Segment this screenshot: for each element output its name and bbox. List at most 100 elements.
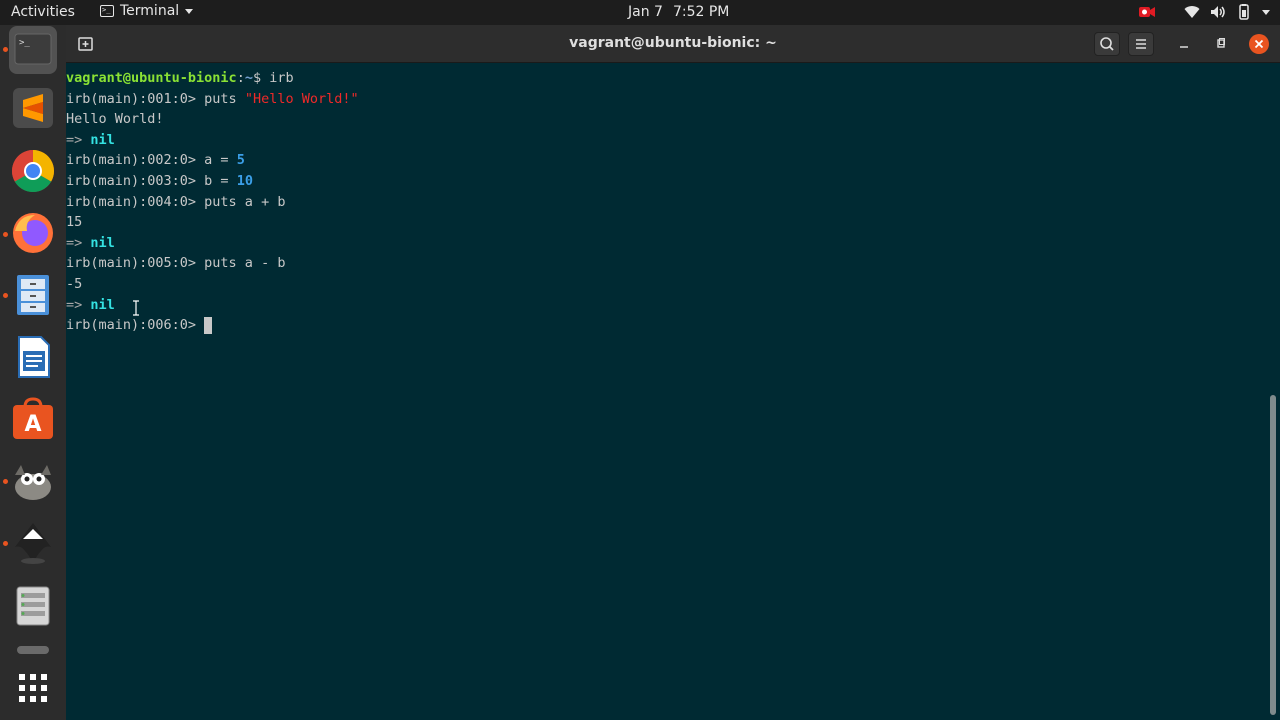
terminal-line: Hello World! <box>66 111 164 128</box>
gimp-icon <box>15 465 51 500</box>
volume-icon[interactable] <box>1210 4 1226 20</box>
close-icon <box>1254 39 1264 49</box>
dock-libreoffice-writer[interactable] <box>9 333 57 381</box>
result-arrow: => <box>66 131 91 148</box>
text-cursor <box>204 316 213 334</box>
result-value: nil <box>90 234 115 251</box>
dock-gimp[interactable] <box>9 457 57 505</box>
minimize-icon <box>1180 46 1188 48</box>
terminal-line: irb(main):001:0> puts "Hello World!" <box>66 89 359 110</box>
terminal-line: => nil <box>66 233 359 254</box>
result-arrow: => <box>66 296 91 313</box>
command-text: a = <box>204 152 237 169</box>
sublime-text-icon <box>13 88 53 128</box>
irb-prompt: irb(main):006:0> <box>66 317 205 334</box>
terminal-view[interactable]: vagrant@ubuntu-bionic:~$ irb irb(main):0… <box>66 63 1280 720</box>
search-button[interactable] <box>1094 32 1120 56</box>
minimize-button[interactable] <box>1174 34 1194 54</box>
dock-show-applications[interactable] <box>9 665 57 713</box>
close-button[interactable] <box>1249 34 1269 54</box>
svg-text:>_: >_ <box>19 38 30 48</box>
ibeam-cursor-icon <box>133 300 139 316</box>
header-bar: vagrant@ubuntu-bionic: ~ <box>66 25 1280 63</box>
dock-inkscape[interactable] <box>9 519 57 567</box>
terminal-line: => nil <box>66 295 359 316</box>
maximize-button[interactable] <box>1211 34 1231 54</box>
result-arrow: => <box>66 234 91 251</box>
terminal-line: vagrant@ubuntu-bionic:~$ irb <box>66 68 359 89</box>
screen-record-icon[interactable] <box>1138 4 1155 20</box>
command-text: $ irb <box>252 70 294 86</box>
battery-icon[interactable] <box>1236 4 1252 20</box>
app-menu[interactable]: >_ Terminal <box>100 3 194 19</box>
dock-sublime-text[interactable] <box>9 84 57 132</box>
irb-prompt: irb(main):003:0> <box>66 172 205 189</box>
irb-prompt: irb(main):001:0> <box>66 90 205 107</box>
scrollbar[interactable] <box>1270 395 1276 715</box>
dock-chrome[interactable] <box>9 147 57 195</box>
hamburger-menu-button[interactable] <box>1128 32 1154 56</box>
clock-date: Jan 7 <box>628 4 663 20</box>
terminal-line: 15 <box>66 214 83 231</box>
chevron-down-icon <box>185 8 194 14</box>
dock-files[interactable] <box>9 271 57 319</box>
command-text: b = <box>204 172 237 189</box>
clock-time: 7:52 PM <box>672 4 730 20</box>
app-menu-label: Terminal <box>120 3 180 19</box>
running-indicator <box>3 47 8 52</box>
terminal-window: vagrant@ubuntu-bionic: ~ vagrant@ubuntu-… <box>66 25 1280 720</box>
string-literal: "Hello World!" <box>244 90 359 107</box>
firefox-icon <box>13 213 53 253</box>
irb-prompt: irb(main):002:0> <box>66 152 205 169</box>
ubuntu-software-icon: A <box>13 397 53 439</box>
prompt-separator: : <box>236 70 245 86</box>
chrome-icon <box>11 150 55 193</box>
running-indicator <box>3 293 8 298</box>
number-literal: 5 <box>236 152 245 169</box>
terminal-line: irb(main):006:0> <box>66 315 359 336</box>
inkscape-icon <box>15 523 51 564</box>
irb-prompt: irb(main):004:0> <box>66 193 205 210</box>
result-value: nil <box>90 296 115 313</box>
running-indicator <box>3 479 8 484</box>
dock-archive-manager[interactable] <box>9 581 57 629</box>
files-icon <box>17 275 49 315</box>
dock-firefox[interactable] <box>9 209 57 257</box>
terminal-app-icon: >_ <box>14 33 52 65</box>
top-bar: Activities >_ Terminal Jan 7 7:52 PM <box>0 0 1280 25</box>
system-tray[interactable] <box>1138 4 1270 20</box>
prompt-path: ~ <box>244 70 253 86</box>
dock-terminal[interactable]: >_ <box>9 26 57 74</box>
wifi-icon[interactable] <box>1184 4 1200 20</box>
irb-prompt: irb(main):005:0> <box>66 255 205 272</box>
terminal-line: -5 <box>66 275 83 292</box>
dock-ubuntu-software[interactable]: A <box>9 395 57 443</box>
command-text: puts <box>204 90 245 107</box>
system-menu-chevron-icon[interactable] <box>1262 9 1270 15</box>
dock-separator <box>17 646 49 654</box>
terminal-output: vagrant@ubuntu-bionic:~$ irb irb(main):0… <box>66 68 359 336</box>
restore-icon <box>1217 38 1225 48</box>
libreoffice-writer-icon <box>18 336 50 378</box>
dock: >_ A <box>0 25 66 720</box>
terminal-line: => nil <box>66 130 359 151</box>
prompt-user: vagrant@ubuntu-bionic <box>66 70 237 86</box>
terminal-line: irb(main):005:0> puts a - b <box>66 253 359 274</box>
terminal-line: irb(main):003:0> b = 10 <box>66 171 359 192</box>
search-icon <box>1100 37 1114 51</box>
number-literal: 10 <box>236 172 253 189</box>
running-indicator <box>3 541 8 546</box>
terminal-line: irb(main):004:0> puts a + b <box>66 192 359 213</box>
command-text: puts a + b <box>204 193 286 210</box>
command-text: puts a - b <box>204 255 286 272</box>
running-indicator <box>3 232 8 237</box>
activities-button[interactable]: Activities <box>11 4 75 20</box>
terminal-icon: >_ <box>100 5 114 17</box>
result-value: nil <box>90 131 115 148</box>
hamburger-menu-icon <box>1136 39 1146 49</box>
grid-icon <box>19 674 47 702</box>
terminal-line: irb(main):002:0> a = 5 <box>66 150 359 171</box>
clock[interactable]: Jan 7 7:52 PM <box>628 4 729 20</box>
svg-text:A: A <box>24 412 41 437</box>
archive-icon <box>16 586 50 626</box>
